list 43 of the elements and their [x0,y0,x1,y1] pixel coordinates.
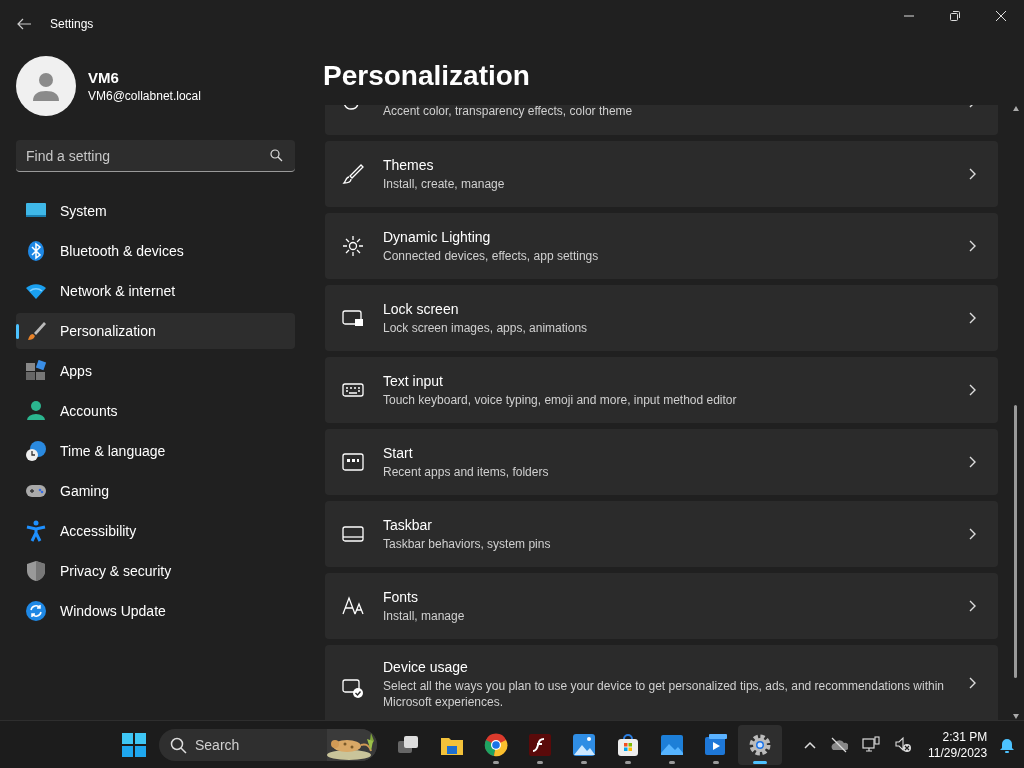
clock[interactable]: 2:31 PM 11/29/2023 [928,728,988,761]
nav-item[interactable]: Bluetooth & devices [16,233,295,269]
settings-card[interactable]: Text input Touch keyboard, voice typing, emoji and more, input method editor [325,357,998,423]
card-title: Themes [383,156,435,173]
nav-item[interactable]: Apps [16,353,295,389]
card-title: Start [383,444,414,461]
nav-item[interactable]: Windows Update [16,593,295,629]
card-description: Taskbar behaviors, system pins [383,535,552,552]
nav-item[interactable]: Personalization [16,313,295,349]
card-title: Device usage [383,659,469,675]
settings-card[interactable]: Start Recent apps and items, folders [325,429,998,495]
nav-item[interactable]: Time & language [16,433,295,469]
card-title: Dynamic Lighting [383,228,492,245]
settings-card[interactable]: Taskbar Taskbar behaviors, system pins [325,501,998,567]
card-title: Fonts [383,588,419,605]
nav-item[interactable]: Privacy & security [16,553,295,589]
card-description: Touch keyboard, voice typing, emoji and more, input method editor [383,391,738,408]
nav-item[interactable]: Gaming [16,473,295,509]
card-title: Lock screen [383,300,460,317]
card-description: Recent apps and items, folders [383,463,550,480]
card-description: Connected devices, effects, app settings [383,247,600,264]
card-title: Text input [383,372,444,389]
settings-card[interactable]: Lock screen Lock screen images, apps, animations [325,285,998,351]
settings-card[interactable]: Fonts Install, manage [325,573,998,639]
card-description: Lock screen images, apps, animations [383,319,589,336]
card-description: Select all the ways you plan to use your device to get personalized tips, ads, and recommendations within Microsoft experiences. [383,678,945,710]
user-email: VM6@collabnet.local [88,88,201,104]
window-title: Settings [50,17,94,31]
settings-card[interactable]: Accent color, transparency effects, color theme [325,105,998,135]
nav-item[interactable]: System [16,193,295,229]
card-description: Install, manage [383,607,466,624]
settings-card[interactable]: Device usage Select all the ways you plan to use your device to get personalized tips, ads, and recommendations within Microsoft experiences. [325,645,998,720]
settings-card[interactable]: Themes Install, create, manage [325,141,998,207]
nav-item[interactable]: Network & internet [16,273,295,309]
card-description: Accent color, transparency effects, color theme [383,105,634,119]
nav-item[interactable]: Accessibility [16,513,295,549]
card-title: Taskbar [383,516,434,533]
page-title: Personalization [323,59,531,93]
nav-item[interactable]: Accounts [16,393,295,429]
card-description: Install, create, manage [383,175,506,192]
settings-card[interactable]: Dynamic Lighting Connected devices, effects, app settings [325,213,998,279]
user-name: VM6 [88,68,120,88]
search-field[interactable]: Find a setting [16,140,295,172]
